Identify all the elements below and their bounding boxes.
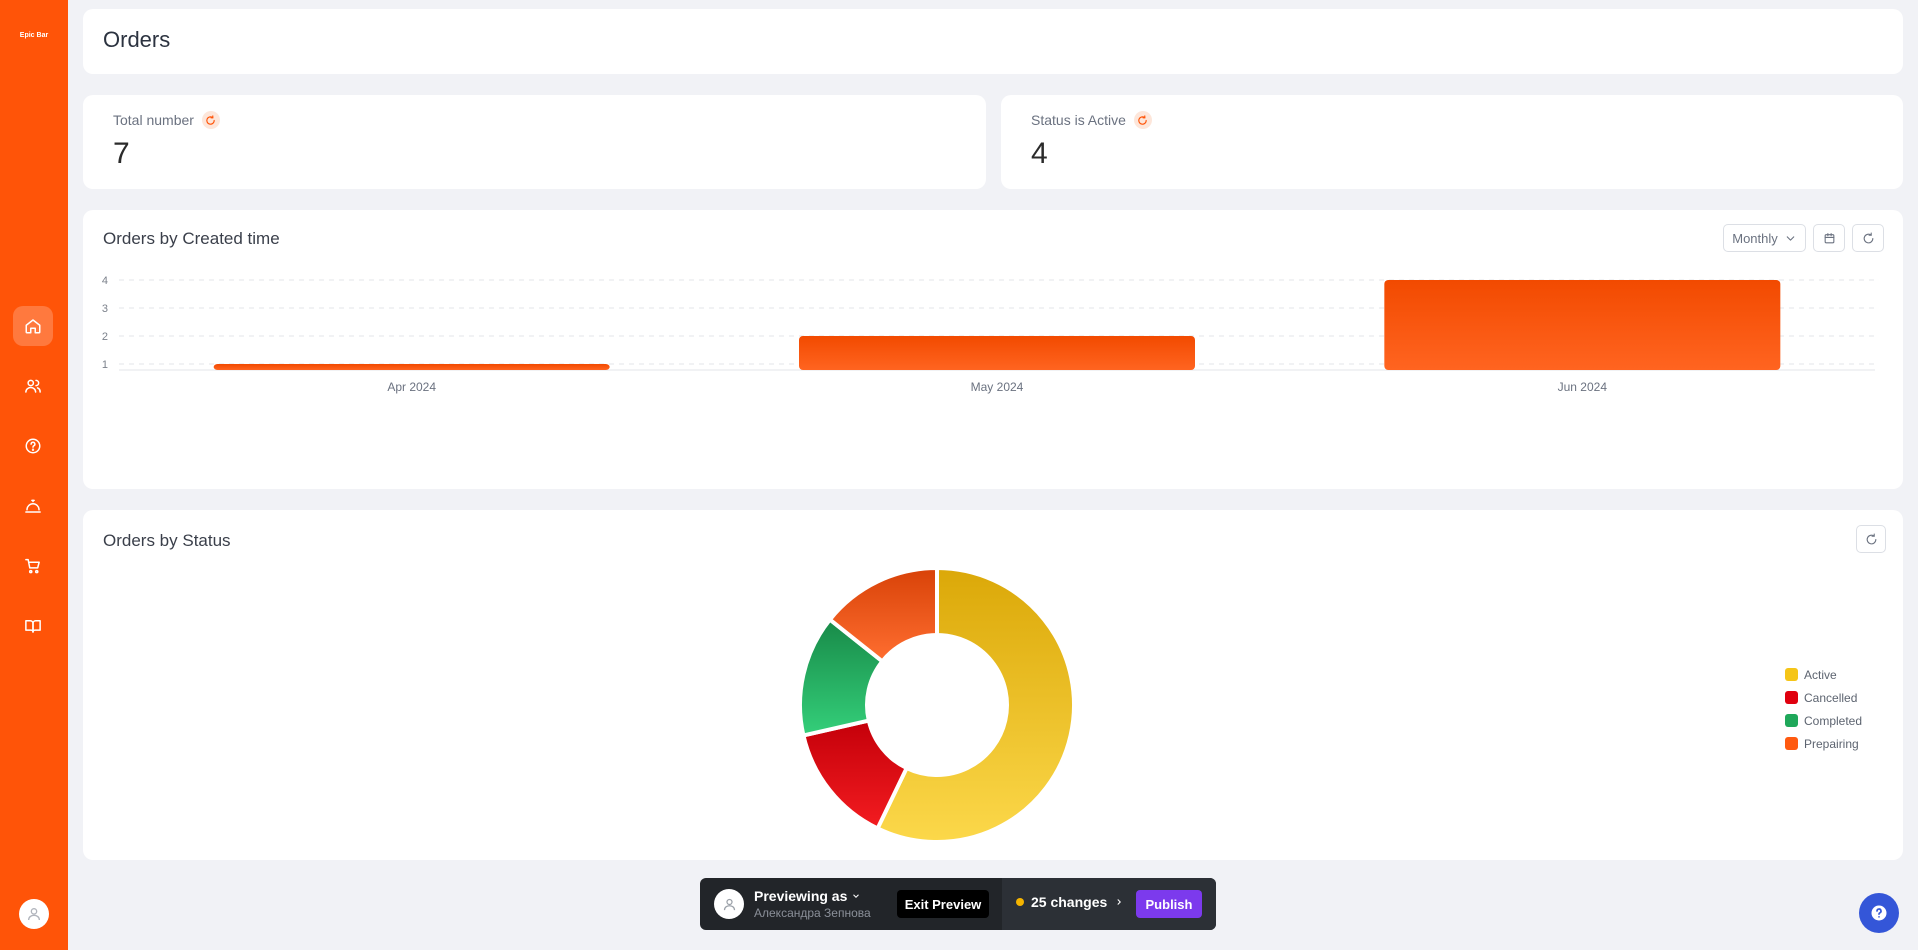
bar[interactable]: [799, 336, 1195, 370]
sidebar-item-dishes[interactable]: [13, 486, 53, 526]
legend-item[interactable]: Prepairing: [1785, 732, 1862, 755]
home-icon: [25, 319, 41, 334]
changes-label: 25 changes: [1031, 894, 1108, 910]
stat-label-text: Status is Active: [1031, 112, 1126, 128]
help-button[interactable]: [1859, 893, 1899, 933]
user-avatar-button[interactable]: [19, 899, 49, 929]
preview-avatar: [714, 889, 744, 919]
sidebar-item-users[interactable]: [13, 366, 53, 406]
bar[interactable]: [213, 364, 610, 370]
stat-value: 7: [113, 137, 130, 170]
legend-swatch: [1785, 691, 1798, 704]
preview-title-text: Previewing as: [754, 888, 848, 904]
chevron-down-icon: [853, 894, 860, 898]
orders-by-status-card: Orders by Status: [83, 510, 1903, 860]
stat-label-text: Total number: [113, 112, 194, 128]
sidebar-item-help[interactable]: [13, 426, 53, 466]
legend-item[interactable]: Completed: [1785, 709, 1862, 732]
stat-card-total: Total number 7: [83, 95, 986, 189]
chart-legend: Active Cancelled Completed Prepairing: [1785, 663, 1862, 755]
sidebar: Epic Bar: [0, 0, 68, 950]
page-header: Orders: [83, 9, 1903, 74]
legend-label: Prepairing: [1804, 736, 1859, 751]
sidebar-item-home[interactable]: [13, 306, 53, 346]
legend-swatch: [1785, 668, 1798, 681]
orders-bar-chart: 1 2 3 4 Apr 2024 May 2024 Jun 2024: [102, 275, 1875, 394]
cloche-icon: [25, 499, 41, 513]
stat-label: Total number: [113, 111, 220, 129]
sidebar-item-menu[interactable]: [13, 606, 53, 646]
users-icon: [25, 379, 41, 393]
refresh-icon[interactable]: [201, 111, 220, 129]
refresh-icon[interactable]: [1133, 111, 1152, 129]
user-icon: [723, 898, 735, 910]
cart-icon: [25, 558, 40, 574]
preview-bar: Previewing as Александра Зепнова Exit Pr…: [700, 878, 1216, 930]
exit-preview-button[interactable]: Exit Preview: [897, 890, 989, 918]
y-tick-label: 3: [102, 303, 108, 315]
stat-value: 4: [1031, 137, 1048, 170]
y-tick-label: 2: [102, 331, 108, 343]
bar[interactable]: [1384, 280, 1781, 370]
changes-dot-icon: [1016, 898, 1024, 906]
legend-label: Cancelled: [1804, 690, 1858, 705]
changes-button[interactable]: 25 changes: [1016, 894, 1124, 910]
brand-logo: Epic Bar: [19, 32, 49, 39]
stat-label: Status is Active: [1031, 111, 1152, 129]
sidebar-item-cart[interactable]: [13, 546, 53, 586]
y-tick-label: 4: [102, 275, 108, 287]
preview-title: Previewing as: [754, 888, 871, 904]
help-icon: [1871, 905, 1887, 921]
legend-label: Completed: [1804, 713, 1863, 728]
x-tick-label: Jun 2024: [1558, 380, 1608, 394]
legend-label: Active: [1804, 667, 1837, 682]
stat-card-active: Status is Active 4: [1001, 95, 1903, 189]
x-tick-label: Apr 2024: [387, 380, 436, 394]
orders-by-time-card: Orders by Created time Monthly 1 2 3 4 Apr 2…: [83, 210, 1903, 489]
legend-swatch: [1785, 737, 1798, 750]
y-tick-label: 1: [102, 359, 108, 371]
user-icon: [28, 908, 40, 921]
chevron-right-icon: [1117, 899, 1122, 905]
preview-user-name: Александра Зепнова: [754, 906, 871, 920]
changes-panel: 25 changes Publish: [1002, 878, 1216, 930]
page-title: Orders: [103, 27, 171, 52]
legend-swatch: [1785, 714, 1798, 727]
help-circle-icon: [25, 438, 41, 454]
book-icon: [25, 620, 41, 633]
legend-item[interactable]: Cancelled: [1785, 686, 1862, 709]
publish-button[interactable]: Publish: [1136, 890, 1202, 918]
legend-item[interactable]: Active: [1785, 663, 1862, 686]
x-tick-label: May 2024: [971, 380, 1024, 394]
orders-donut-chart: [798, 566, 1076, 844]
